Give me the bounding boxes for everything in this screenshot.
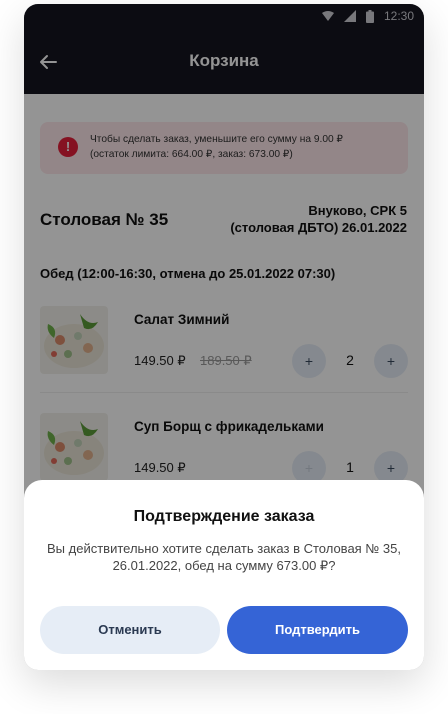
dialog-message: Вы действительно хотите сделать заказ в … bbox=[47, 541, 401, 573]
confirm-button[interactable]: Подтвердить bbox=[227, 606, 408, 654]
cancel-button[interactable]: Отменить bbox=[40, 606, 220, 654]
dialog-title: Подтверждение заказа bbox=[133, 508, 315, 525]
confirm-order-dialog: Подтверждение заказа Вы действительно хо… bbox=[24, 480, 424, 670]
phone-screen: 12:30 Корзина ! Чтобы сделать заказ, уме… bbox=[24, 4, 424, 670]
